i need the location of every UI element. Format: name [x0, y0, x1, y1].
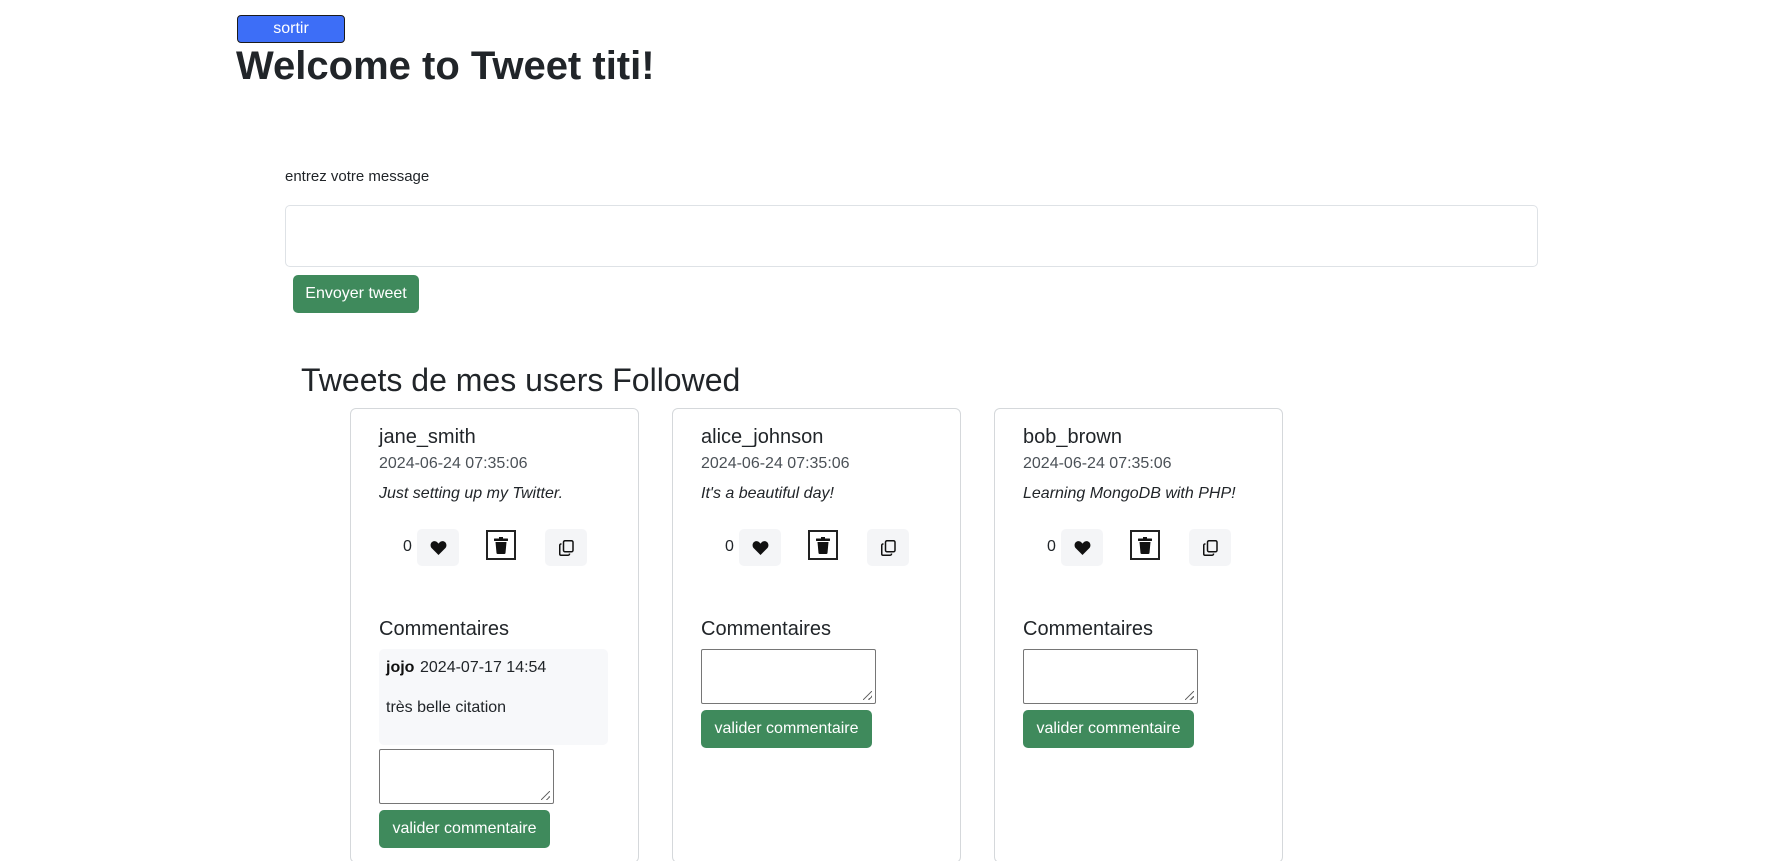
- heart-icon: [752, 541, 768, 555]
- trash-icon: [816, 536, 830, 554]
- comment-input[interactable]: [1023, 649, 1198, 704]
- tweet-date: 2024-06-24 07:35:06: [701, 455, 850, 472]
- feed-title: Tweets de mes users Followed: [301, 362, 741, 398]
- tweet-card: alice_johnson 2024-06-24 07:35:06 It's a…: [672, 408, 961, 861]
- comments-heading: Commentaires: [1023, 618, 1154, 640]
- comments-heading: Commentaires: [701, 618, 832, 640]
- compose-label: entrez votre message: [285, 168, 430, 185]
- tweet-message: Learning MongoDB with PHP!: [1023, 485, 1236, 502]
- comment-text: très belle citation: [386, 699, 507, 716]
- trash-icon: [1138, 536, 1152, 554]
- tweet-message: Just setting up my Twitter.: [379, 485, 564, 502]
- copy-button[interactable]: [1189, 529, 1231, 566]
- tweet-author: bob_brown: [1023, 426, 1122, 448]
- like-button[interactable]: [1061, 529, 1103, 566]
- like-button[interactable]: [417, 529, 459, 566]
- tweet-date: 2024-06-24 07:35:06: [1023, 455, 1172, 472]
- delete-button[interactable]: [808, 530, 838, 560]
- resize-grip-icon[interactable]: [863, 691, 872, 700]
- send-tweet-button[interactable]: Envoyer tweet: [293, 275, 419, 313]
- comment-author: jojo: [386, 659, 415, 676]
- tweet-author: alice_johnson: [701, 426, 824, 448]
- logout-button[interactable]: sortir: [237, 15, 345, 43]
- page: sortir Welcome to Tweet titi! entrez vot…: [0, 0, 1774, 861]
- tweet-input[interactable]: [285, 205, 1538, 267]
- tweet-author: jane_smith: [379, 426, 476, 448]
- validate-comment-button[interactable]: valider commentaire: [379, 810, 550, 848]
- tweet-date: 2024-06-24 07:35:06: [379, 455, 528, 472]
- trash-icon: [494, 536, 508, 554]
- delete-button[interactable]: [1130, 530, 1160, 560]
- validate-comment-button[interactable]: valider commentaire: [701, 710, 872, 748]
- comment: jojo 2024-07-17 14:54 très belle citatio…: [379, 649, 608, 745]
- comment-input[interactable]: [701, 649, 876, 704]
- tweet-card: jane_smith 2024-06-24 07:35:06 Just sett…: [350, 408, 639, 861]
- page-title: Welcome to Tweet titi!: [236, 44, 655, 88]
- copy-button[interactable]: [545, 529, 587, 566]
- tweet-card: bob_brown 2024-06-24 07:35:06 Learning M…: [994, 408, 1283, 861]
- copy-icon: [1202, 539, 1218, 556]
- resize-grip-icon[interactable]: [541, 791, 550, 800]
- heart-icon: [1074, 541, 1090, 555]
- comment-date: 2024-07-17 14:54: [420, 659, 547, 676]
- comment-input[interactable]: [379, 749, 554, 804]
- heart-icon: [430, 541, 446, 555]
- copy-icon: [880, 539, 896, 556]
- validate-comment-button[interactable]: valider commentaire: [1023, 710, 1194, 748]
- like-button[interactable]: [739, 529, 781, 566]
- like-count: 0: [1047, 538, 1056, 555]
- like-count: 0: [725, 538, 734, 555]
- resize-grip-icon[interactable]: [1185, 691, 1194, 700]
- comments-heading: Commentaires: [379, 618, 510, 640]
- copy-icon: [558, 539, 574, 556]
- tweet-message: It's a beautiful day!: [701, 485, 834, 502]
- delete-button[interactable]: [486, 530, 516, 560]
- like-count: 0: [403, 538, 412, 555]
- copy-button[interactable]: [867, 529, 909, 566]
